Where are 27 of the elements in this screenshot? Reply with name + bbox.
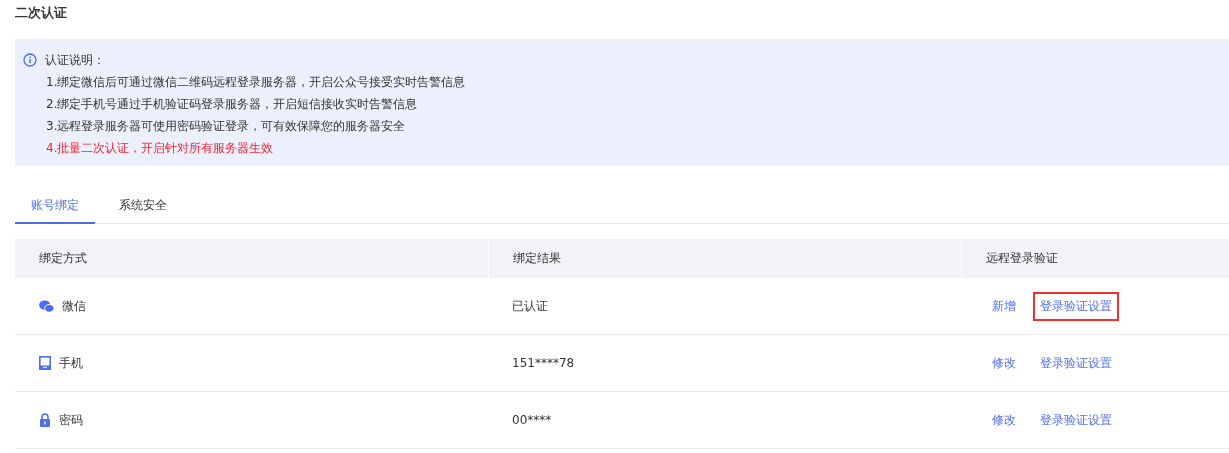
- tablet-icon: [39, 356, 51, 370]
- table-cell: 微信: [62, 297, 86, 315]
- chat-bubbles-icon: [39, 299, 54, 313]
- action-link[interactable]: 登录验证设置: [1033, 348, 1119, 378]
- page-title: 二次认证: [15, 4, 68, 22]
- action-link[interactable]: 登录验证设置: [1033, 291, 1119, 321]
- table-cell: 已认证: [512, 297, 548, 315]
- table-cell: 151****78: [512, 356, 575, 370]
- action-link[interactable]: 修改: [985, 405, 1023, 435]
- table-cell: 手机: [59, 354, 83, 372]
- notice-heading: 认证说明：: [45, 51, 105, 69]
- notice-line: 1.绑定微信后可通过微信二维码远程登录服务器，开启公众号接受实时告警信息: [46, 74, 467, 91]
- lock-icon: [39, 413, 51, 427]
- column-header: 绑定结果: [513, 250, 561, 267]
- action-link[interactable]: 修改: [985, 348, 1023, 378]
- tab[interactable]: 系统安全: [103, 188, 183, 224]
- notice-line: 4.批量二次认证，开启针对所有服务器生效: [46, 140, 275, 157]
- action-link[interactable]: 新增: [985, 291, 1023, 321]
- notice-line: 3.远程登录服务器可使用密码验证登录，可有效保障您的服务器安全: [46, 118, 407, 135]
- tab[interactable]: 账号绑定: [15, 188, 95, 224]
- column-header: 绑定方式: [39, 250, 87, 267]
- info-icon: [23, 53, 37, 67]
- action-link[interactable]: 登录验证设置: [1033, 405, 1119, 435]
- table-cell: 00****: [512, 413, 552, 427]
- column-header: 远程登录验证: [986, 250, 1058, 267]
- table-cell: 密码: [59, 411, 83, 429]
- notice-line: 2.绑定手机号通过手机验证码登录服务器，开启短信接收实时告警信息: [46, 96, 419, 113]
